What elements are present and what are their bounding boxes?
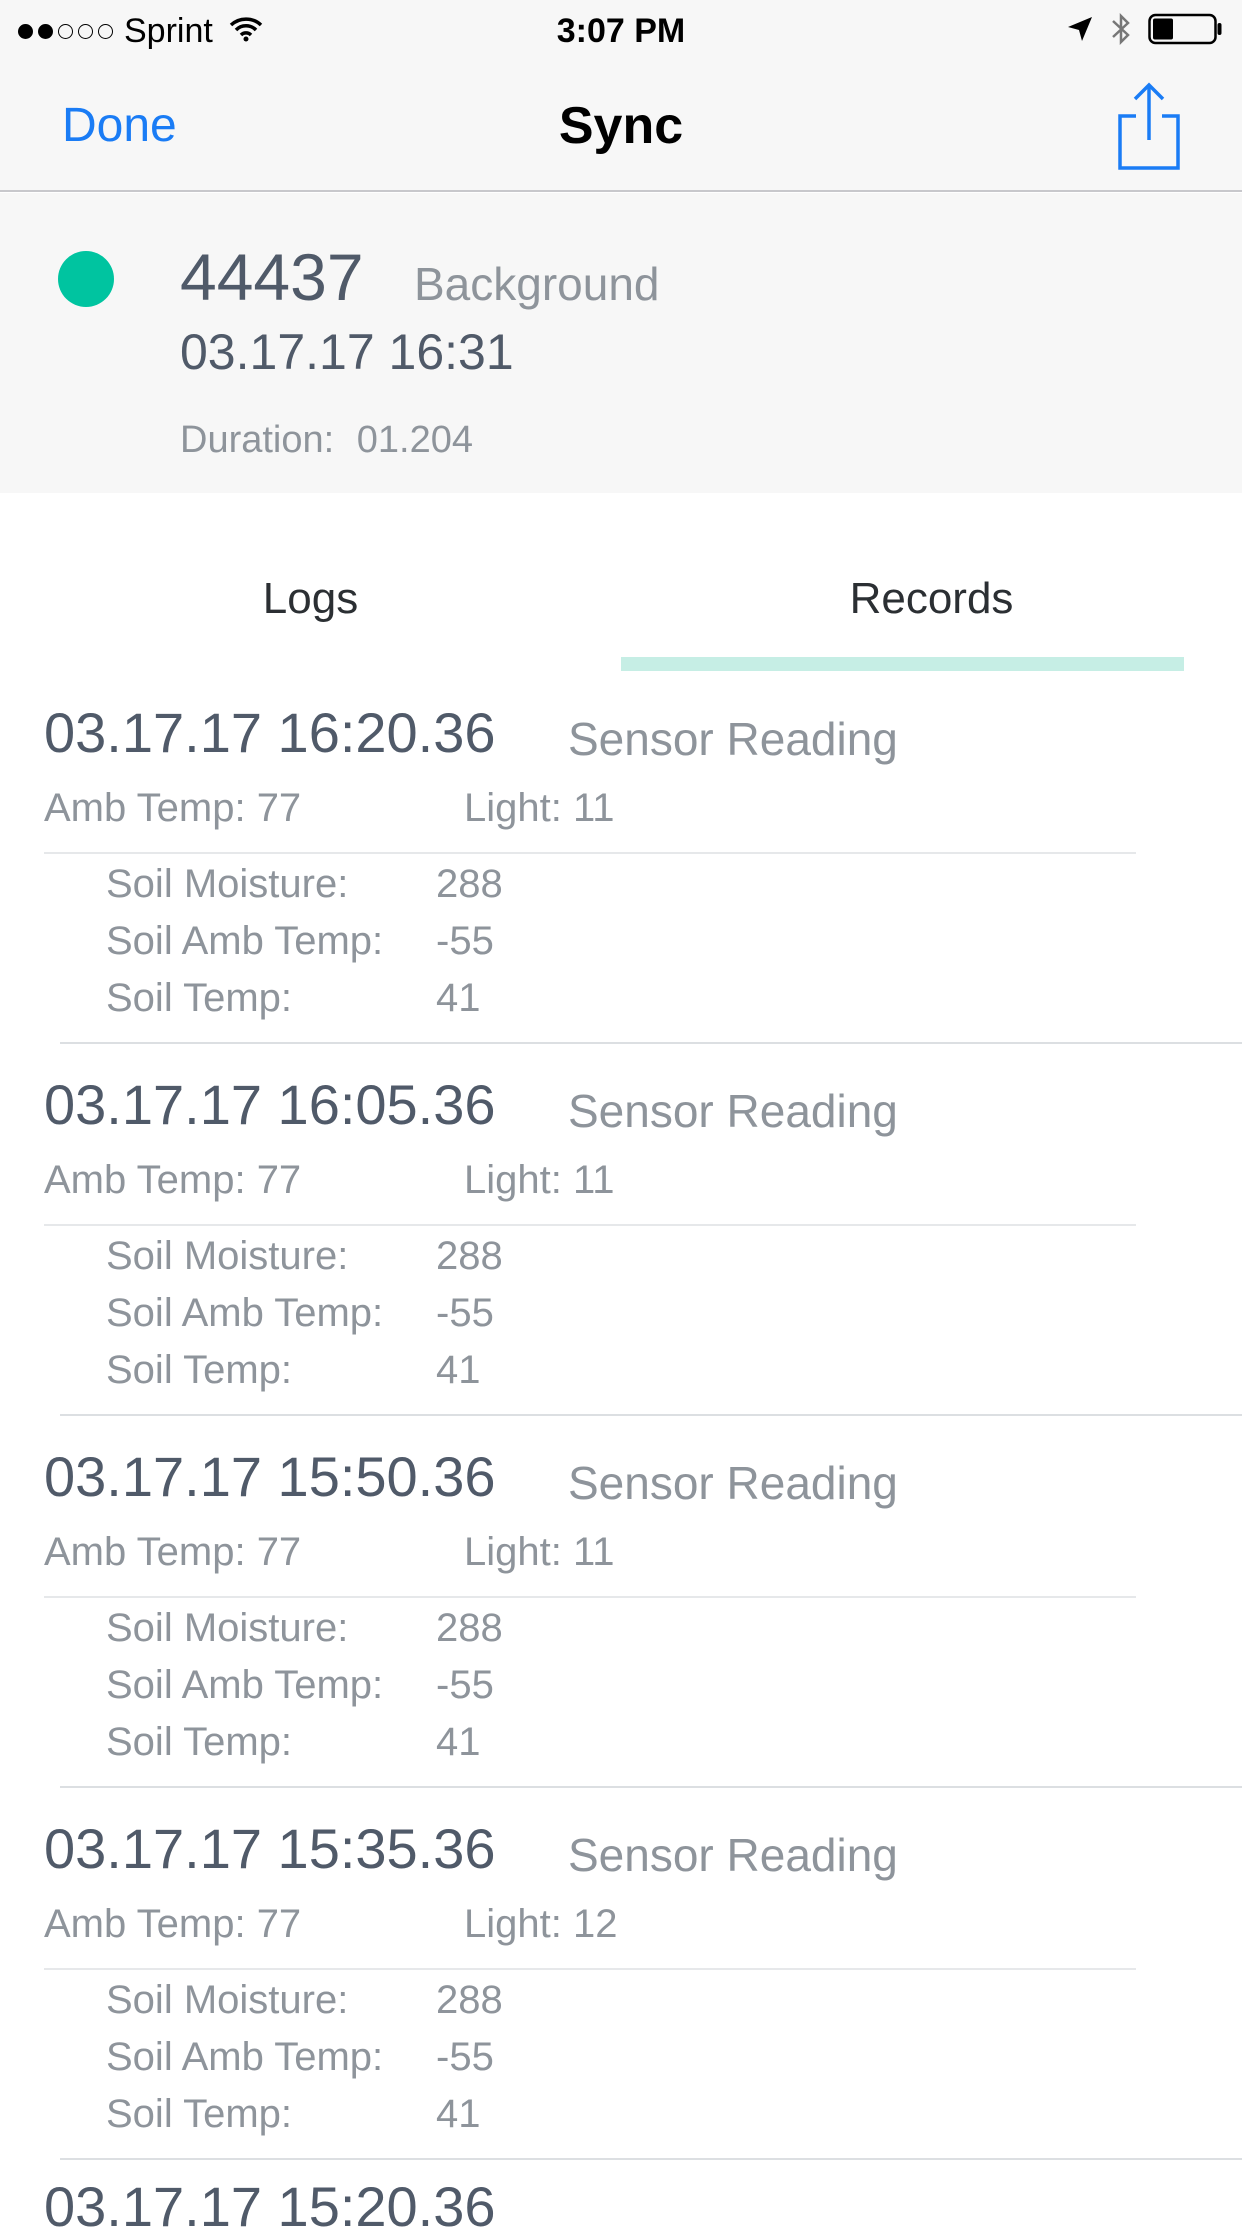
amb-temp: Amb Temp: 77 — [44, 786, 302, 830]
sync-summary: 44437 Background 03.17.17 16:31 Duration… — [0, 193, 1242, 493]
soil-temp-value: 41 — [436, 1348, 481, 1392]
soil-temp-label: Soil Temp: — [106, 976, 293, 1020]
divider — [44, 1596, 1136, 1598]
soil-temp-label: Soil Temp: — [106, 1720, 293, 1764]
light: Light: 12 — [464, 1902, 618, 1946]
soil-moisture-value: 288 — [436, 862, 503, 906]
soil-amb-temp-label: Soil Amb Temp: — [106, 1291, 384, 1335]
tab-logs[interactable]: Logs — [0, 574, 621, 624]
list-item[interactable]: 03.17.17 16:20.36 Sensor Reading Amb Tem… — [0, 672, 1242, 1044]
sync-type: Background — [414, 258, 660, 310]
list-item[interactable]: 03.17.17 16:05.36 Sensor Reading Amb Tem… — [0, 1044, 1242, 1416]
share-button[interactable] — [1116, 82, 1186, 172]
record-time: 03.17.17 16:05.36 — [44, 1073, 496, 1136]
soil-temp-value: 41 — [436, 976, 481, 1020]
tab-records[interactable]: Records — [621, 574, 1242, 624]
soil-moisture-label: Soil Moisture: — [106, 1234, 349, 1278]
status-time: 3:07 PM — [556, 12, 686, 50]
soil-moisture-value: 288 — [436, 1978, 503, 2022]
light: Light: 11 — [464, 1158, 615, 1202]
soil-moisture-label: Soil Moisture: — [106, 1978, 349, 2022]
record-type: Sensor Reading — [568, 1457, 898, 1509]
status-right — [1066, 10, 1224, 52]
soil-temp-label: Soil Temp: — [106, 1348, 293, 1392]
soil-temp-value: 41 — [436, 1720, 481, 1764]
record-time: 03.17.17 16:20.36 — [44, 701, 496, 764]
record-type: Sensor Reading — [568, 1829, 898, 1881]
soil-amb-temp-value: -55 — [436, 1291, 494, 1335]
duration-value: 01.204 — [356, 419, 473, 461]
record-time: 03.17.17 15:35.36 — [44, 1817, 496, 1880]
soil-amb-temp-label: Soil Amb Temp: — [106, 2035, 384, 2079]
soil-moisture-value: 288 — [436, 1606, 503, 1650]
soil-amb-temp-label: Soil Amb Temp: — [106, 919, 384, 963]
soil-moisture-label: Soil Moisture: — [106, 862, 349, 906]
sync-status-indicator — [58, 251, 114, 307]
sync-duration: Duration: 01.204 — [180, 419, 473, 462]
sync-id: 44437 — [180, 240, 364, 314]
soil-moisture-label: Soil Moisture: — [106, 1606, 349, 1650]
battery-icon — [1148, 12, 1224, 51]
soil-temp-label: Soil Temp: — [106, 2092, 293, 2136]
soil-amb-temp-value: -55 — [436, 2035, 494, 2079]
record-time-partial[interactable]: 03.17.17 15:20.36 — [44, 2174, 496, 2239]
tab-selected-indicator — [621, 657, 1184, 671]
list-item[interactable]: 03.17.17 15:50.36 Sensor Reading Amb Tem… — [0, 1416, 1242, 1788]
bluetooth-icon — [1110, 12, 1132, 51]
soil-moisture-value: 288 — [436, 1234, 503, 1278]
amb-temp: Amb Temp: 77 — [44, 1902, 302, 1946]
record-type: Sensor Reading — [568, 713, 898, 765]
record-type: Sensor Reading — [568, 1085, 898, 1137]
amb-temp: Amb Temp: 77 — [44, 1530, 302, 1574]
separator — [60, 2158, 1242, 2160]
page-title: Sync — [558, 97, 684, 155]
soil-amb-temp-value: -55 — [436, 1663, 494, 1707]
list-item[interactable]: 03.17.17 15:35.36 Sensor Reading Amb Tem… — [0, 1788, 1242, 2160]
status-bar: Sprint 3:07 PM — [0, 0, 1242, 62]
tab-bar: Logs Records — [0, 530, 1242, 672]
divider — [44, 1968, 1136, 1970]
soil-temp-value: 41 — [436, 2092, 481, 2136]
divider — [44, 1224, 1136, 1226]
location-arrow-icon — [1066, 15, 1094, 48]
light: Light: 11 — [464, 1530, 615, 1574]
record-time: 03.17.17 15:50.36 — [44, 1445, 496, 1508]
divider — [44, 852, 1136, 854]
nav-bar: Done Sync — [0, 62, 1242, 192]
soil-amb-temp-value: -55 — [436, 919, 494, 963]
sync-date: 03.17.17 16:31 — [180, 324, 514, 380]
amb-temp: Amb Temp: 77 — [44, 1158, 302, 1202]
soil-amb-temp-label: Soil Amb Temp: — [106, 1663, 384, 1707]
light: Light: 11 — [464, 786, 615, 830]
share-icon — [1118, 82, 1180, 170]
duration-label: Duration: — [180, 419, 335, 461]
